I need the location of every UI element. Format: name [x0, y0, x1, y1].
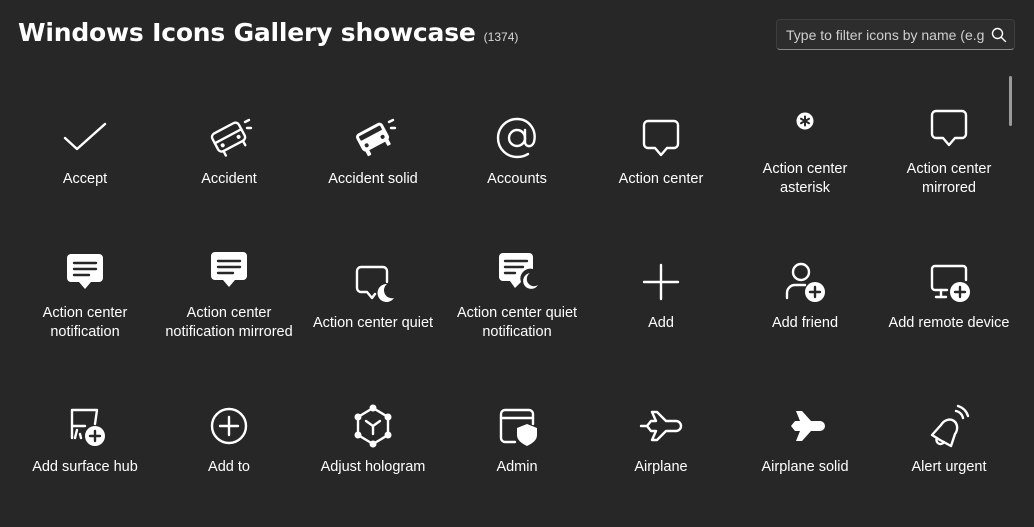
- action-center-mirrored-icon: [925, 104, 973, 152]
- icon-tile[interactable]: Action center quiet: [301, 232, 445, 376]
- accident-solid-icon: [349, 114, 397, 162]
- icon-grid: Accept Accident Accident solid Accounts Acti…: [13, 88, 1021, 520]
- icon-label: Accept: [62, 170, 108, 187]
- icon-tile[interactable]: Accept: [13, 88, 157, 232]
- icon-tile[interactable]: Add friend: [733, 232, 877, 376]
- icon-tile[interactable]: Action center quiet notification: [445, 232, 589, 376]
- icon-tile[interactable]: Add to: [157, 376, 301, 520]
- airplane-solid-icon: [781, 402, 829, 450]
- icon-label: Add to: [208, 458, 250, 475]
- icon-tile[interactable]: Accident solid: [301, 88, 445, 232]
- search-input[interactable]: [777, 26, 984, 43]
- icon-label: Adjust hologram: [320, 458, 426, 475]
- icon-tile[interactable]: Add: [589, 232, 733, 376]
- icon-label: Add: [648, 314, 674, 331]
- add-surface-hub-icon: [61, 402, 109, 450]
- icon-label: Action center quiet notification: [456, 305, 578, 340]
- icon-tile[interactable]: Adjust hologram: [301, 376, 445, 520]
- action-center-icon: [637, 114, 685, 162]
- add-remote-device-icon: [925, 258, 973, 306]
- icon-tile[interactable]: Action center asterisk: [733, 88, 877, 232]
- icon-label: Add friend: [771, 314, 839, 331]
- accident-icon: [205, 114, 253, 162]
- icon-tile[interactable]: Accounts: [445, 88, 589, 232]
- icon-label: Action center mirrored: [906, 161, 992, 196]
- icon-label: Accounts: [487, 170, 547, 187]
- action-center-quiet-icon: [349, 258, 397, 306]
- icon-label: Action center notification: [42, 305, 128, 340]
- icon-label: Accident: [201, 170, 257, 187]
- adjust-hologram-icon: [349, 402, 397, 450]
- airplane-icon: [637, 402, 685, 450]
- page-header: Windows Icons Gallery showcase (1374): [18, 18, 518, 47]
- search-box[interactable]: [776, 19, 1015, 50]
- icon-label: Alert urgent: [911, 458, 987, 475]
- icon-tile[interactable]: Add surface hub: [13, 376, 157, 520]
- gallery-page: Windows Icons Gallery showcase (1374) Ac…: [0, 0, 1034, 527]
- icon-tile[interactable]: Add remote device: [877, 232, 1021, 376]
- icon-tile[interactable]: Alert urgent: [877, 376, 1021, 520]
- icon-tile[interactable]: Admin: [445, 376, 589, 520]
- page-title: Windows Icons Gallery showcase: [18, 18, 476, 47]
- icon-count: (1374): [483, 30, 519, 44]
- icon-label: Accident solid: [328, 170, 418, 187]
- icon-tile[interactable]: Action center notification mirrored: [157, 232, 301, 376]
- icon-label: Airplane solid: [761, 458, 849, 475]
- icon-tile[interactable]: Action center mirrored: [877, 88, 1021, 232]
- accounts-icon: [493, 114, 541, 162]
- action-center-notification-mirrored-icon: [205, 248, 253, 296]
- icon-label: Add remote device: [888, 314, 1010, 331]
- search-icon[interactable]: [984, 20, 1014, 49]
- add-to-icon: [205, 402, 253, 450]
- icon-label: Action center quiet: [312, 314, 434, 331]
- icon-label: Action center notification mirrored: [165, 305, 293, 340]
- add-friend-icon: [781, 258, 829, 306]
- add-icon: [637, 258, 685, 306]
- icon-label: Action center: [618, 170, 704, 187]
- icon-label: Add surface hub: [32, 458, 138, 475]
- admin-icon: [493, 402, 541, 450]
- icon-label: Admin: [496, 458, 538, 475]
- icon-tile[interactable]: Action center notification: [13, 232, 157, 376]
- action-center-notification-icon: [61, 248, 109, 296]
- accept-icon: [61, 114, 109, 162]
- icon-label: Action center asterisk: [762, 161, 848, 196]
- alert-urgent-icon: [925, 402, 973, 450]
- icon-label: Airplane: [634, 458, 688, 475]
- action-center-asterisk-icon: [781, 104, 829, 152]
- action-center-quiet-notification-icon: [493, 248, 541, 296]
- icon-tile[interactable]: Accident: [157, 88, 301, 232]
- icon-tile[interactable]: Airplane solid: [733, 376, 877, 520]
- icon-tile[interactable]: Action center: [589, 88, 733, 232]
- icon-tile[interactable]: Airplane: [589, 376, 733, 520]
